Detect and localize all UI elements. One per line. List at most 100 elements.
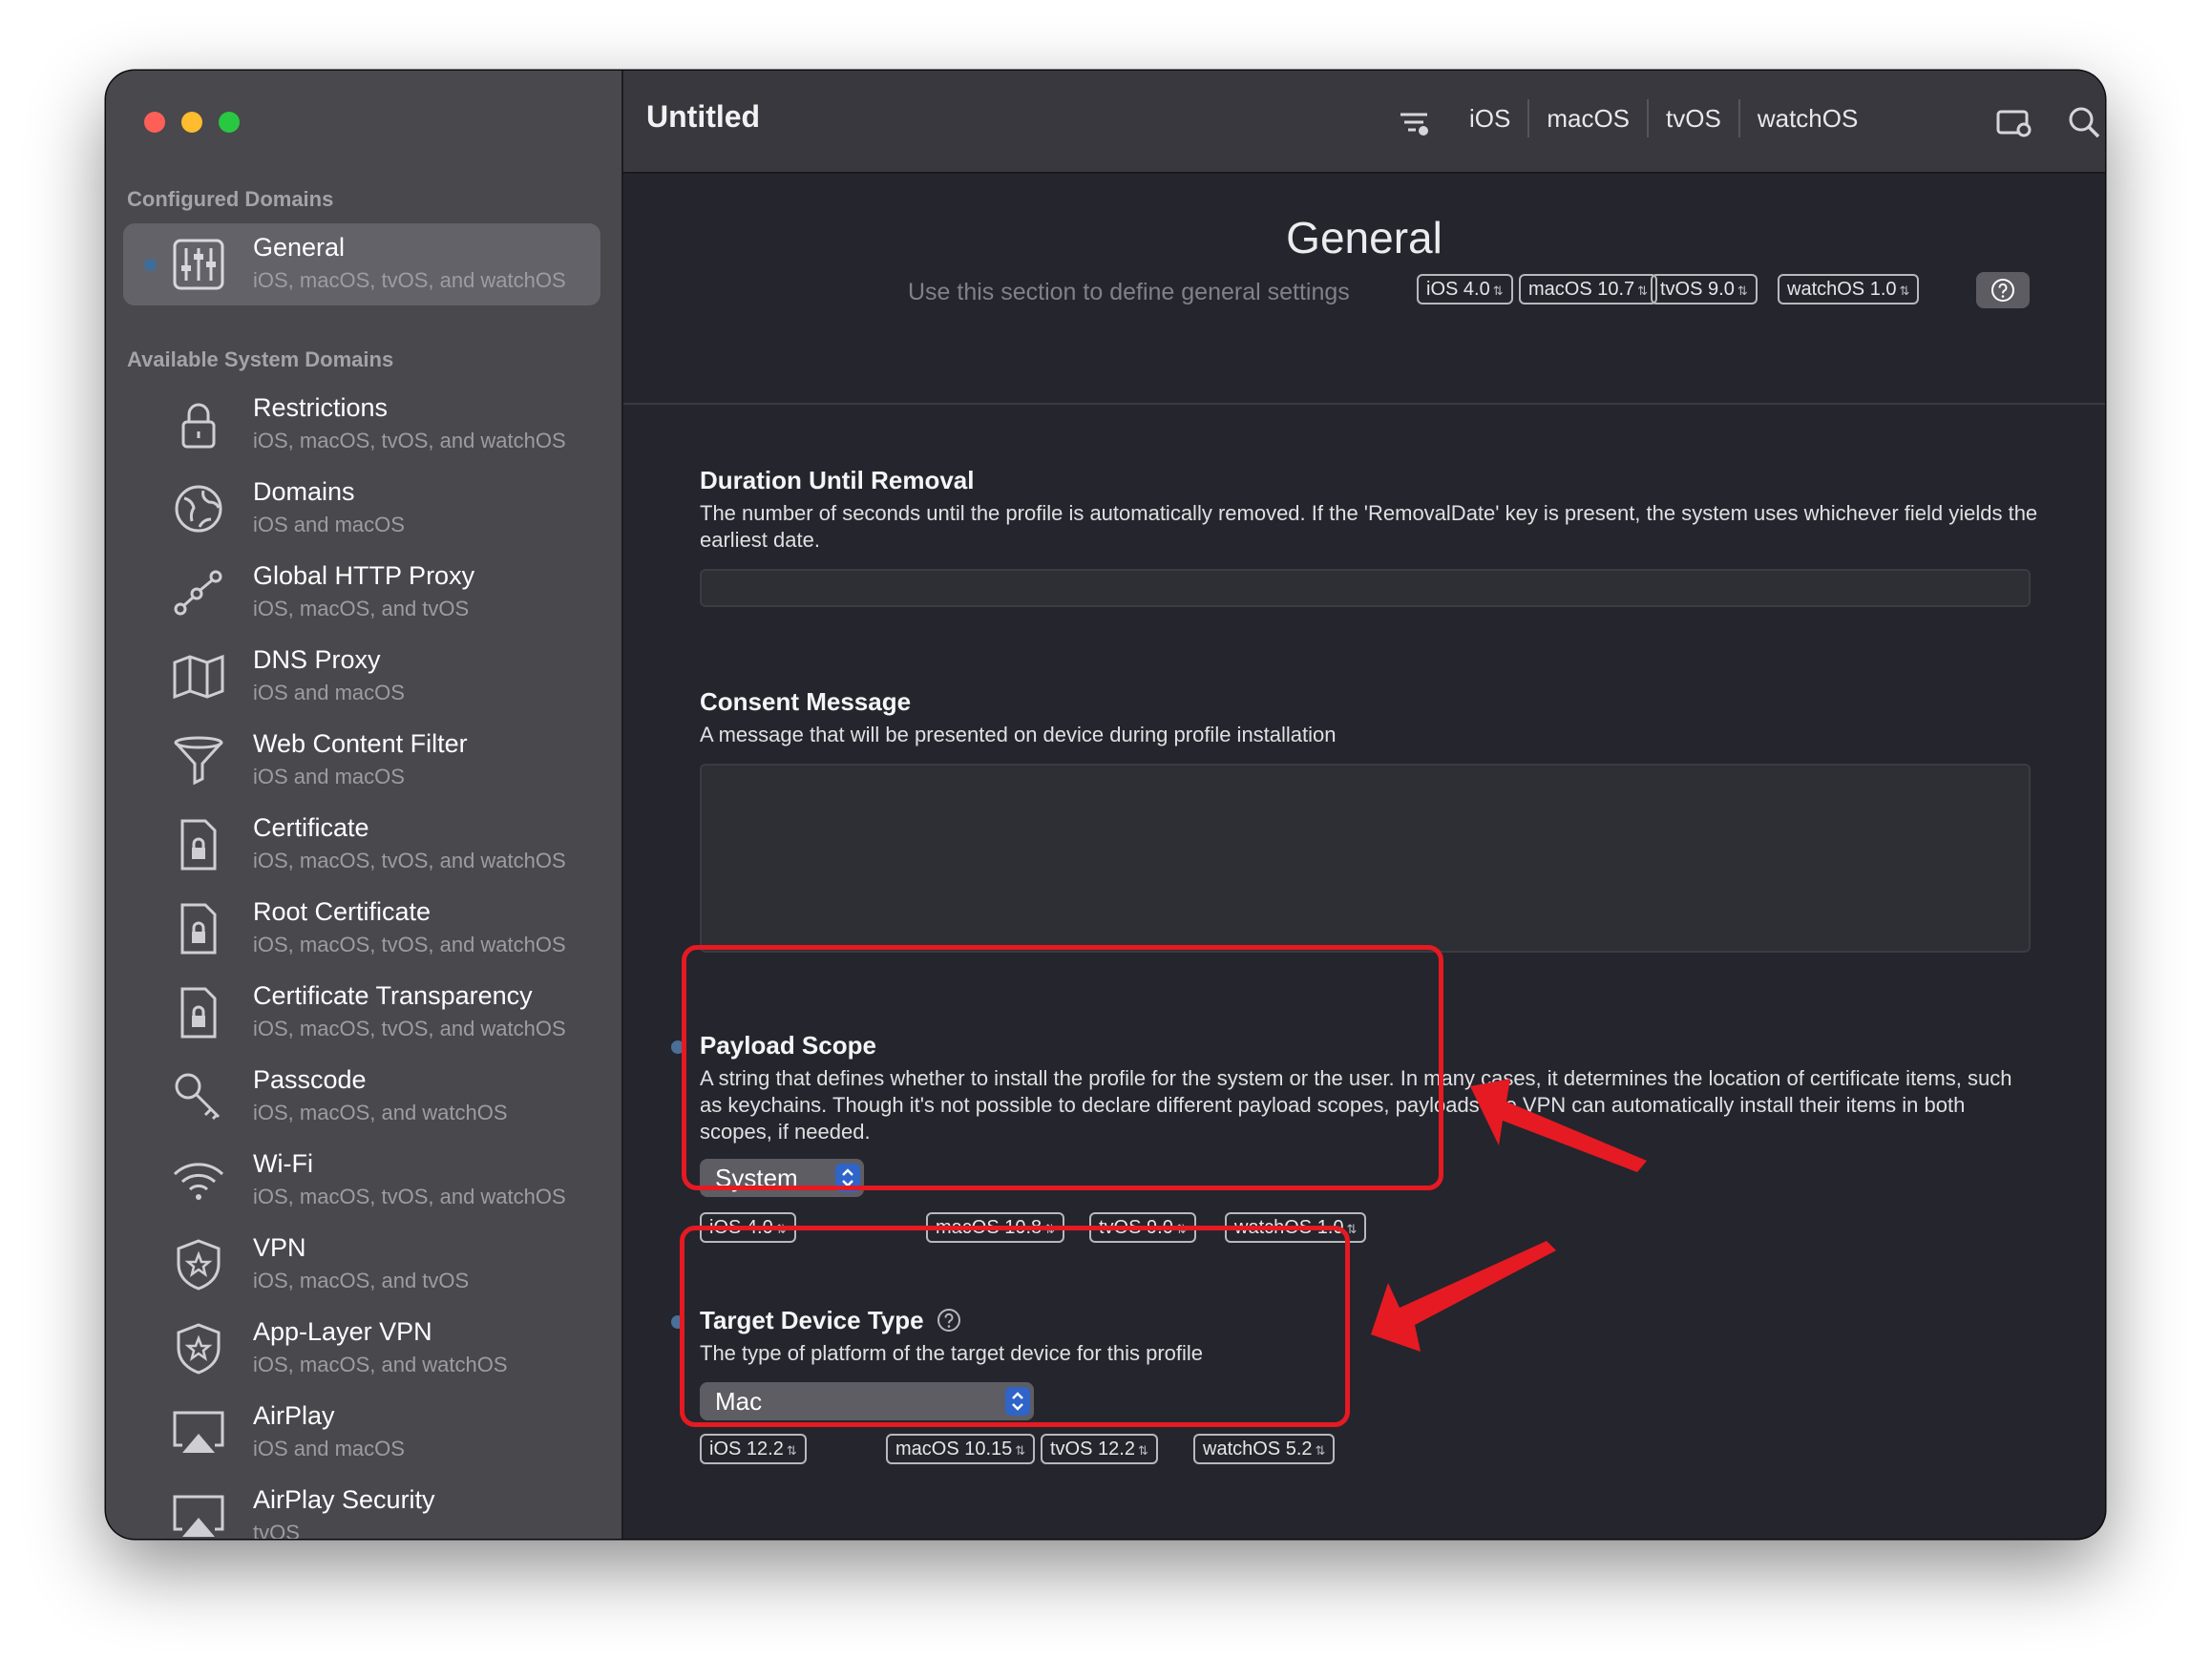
platform-version-tag: tvOS 12.2 ⇅ xyxy=(1041,1434,1158,1464)
section-help-button[interactable] xyxy=(1976,272,2030,308)
tag-label: watchOS 5.2 xyxy=(1203,1438,1313,1460)
sliders-icon xyxy=(171,237,226,292)
sidebar-item-vpn[interactable]: VPN iOS, macOS, and tvOS xyxy=(123,1224,600,1306)
tag-label: tvOS 12.2 xyxy=(1050,1438,1135,1460)
stepper-icon: ⇅ xyxy=(1737,284,1748,298)
sidebar-item-general[interactable]: General iOS, macOS, tvOS, and watchOS xyxy=(123,223,600,305)
help-icon xyxy=(1991,279,2014,302)
window-title: Untitled xyxy=(646,99,761,134)
stepper-icon: ⇅ xyxy=(1015,1443,1026,1458)
device-preview-icon[interactable] xyxy=(1994,103,2032,141)
globe-icon xyxy=(171,481,226,536)
sidebar-item-platforms: iOS, macOS, and tvOS xyxy=(253,1269,470,1292)
sidebar-item-dns-proxy[interactable]: DNS Proxy iOS and macOS xyxy=(123,636,600,718)
available-domains-header: Available System Domains xyxy=(127,347,394,371)
funnel-icon xyxy=(171,733,226,788)
sidebar-item-platforms: iOS, macOS, tvOS, and watchOS xyxy=(253,1017,566,1040)
sidebar-item-platforms: iOS and macOS xyxy=(253,765,405,788)
annotation-arrow-icon xyxy=(1470,1079,1647,1172)
close-window-button[interactable] xyxy=(144,112,165,133)
sidebar-item-label: Passcode xyxy=(253,1065,367,1094)
stepper-icon: ⇅ xyxy=(1137,1443,1148,1458)
sidebar-item-airplay-security[interactable]: AirPlay Security tvOS xyxy=(123,1476,600,1539)
highlight-box-payload-scope xyxy=(682,945,1443,1190)
sidebar-item-label: Global HTTP Proxy xyxy=(253,561,475,590)
duration-input[interactable] xyxy=(700,569,2031,607)
sidebar-item-root-certificate[interactable]: Root Certificate iOS, macOS, tvOS, and w… xyxy=(123,888,600,970)
stepper-icon: ⇅ xyxy=(1899,284,1910,298)
stepper-icon: ⇅ xyxy=(1637,284,1649,298)
annotation-arrow-icon xyxy=(1371,1241,1556,1352)
sidebar-item-platforms: iOS, macOS, tvOS, and watchOS xyxy=(253,268,566,292)
lock-icon xyxy=(171,397,226,452)
sidebar-item-platforms: iOS, macOS, and tvOS xyxy=(253,597,470,620)
document-lock-icon xyxy=(171,901,226,956)
platform-filter: iOS macOS tvOS watchOS xyxy=(1452,99,1875,137)
platform-ios-toggle[interactable]: iOS xyxy=(1452,104,1527,134)
stepper-icon: ⇅ xyxy=(786,1443,797,1458)
sidebar-item-certificate-transparency[interactable]: Certificate Transparency iOS, macOS, tvO… xyxy=(123,972,600,1054)
sidebar-item-label: Certificate xyxy=(253,813,369,842)
configured-dot xyxy=(144,259,157,271)
filter-icon[interactable] xyxy=(1395,103,1433,141)
stepper-icon: ⇅ xyxy=(1315,1443,1326,1458)
sidebar-item-label: Wi-Fi xyxy=(253,1149,313,1178)
duration-description: The number of seconds until the profile … xyxy=(700,501,2038,552)
sidebar-item-platforms: iOS and macOS xyxy=(253,1437,405,1460)
sidebar-item-label: DNS Proxy xyxy=(253,645,381,674)
consent-textarea[interactable] xyxy=(700,764,2031,953)
sidebar-item-platforms: iOS, macOS, tvOS, and watchOS xyxy=(253,933,566,956)
configured-domains-header: Configured Domains xyxy=(127,187,334,211)
window-controls xyxy=(144,112,240,133)
platform-version-tag: watchOS 5.2 ⇅ xyxy=(1193,1434,1336,1464)
sidebar: Configured Domains General iOS, macOS, t… xyxy=(106,71,623,1539)
sidebar-item-app-layer-vpn[interactable]: App-Layer VPN iOS, macOS, and watchOS xyxy=(123,1308,600,1390)
document-lock-icon xyxy=(171,985,226,1040)
tag-label: iOS 12.2 xyxy=(709,1438,784,1460)
search-icon[interactable] xyxy=(2065,103,2103,141)
sidebar-item-wifi[interactable]: Wi-Fi iOS, macOS, tvOS, and watchOS xyxy=(123,1140,600,1222)
wifi-icon xyxy=(171,1153,226,1208)
sidebar-item-domains[interactable]: Domains iOS and macOS xyxy=(123,468,600,550)
platform-version-tag: macOS 10.7 ⇅ xyxy=(1519,274,1658,304)
highlight-box-target-device xyxy=(680,1226,1350,1427)
section-description: Use this section to define general setti… xyxy=(908,279,1350,305)
platform-version-tag: iOS 4.0 ⇅ xyxy=(1417,274,1513,304)
sidebar-item-certificate[interactable]: Certificate iOS, macOS, tvOS, and watchO… xyxy=(123,804,600,886)
sidebar-item-label: General xyxy=(253,233,346,262)
sidebar-item-airplay[interactable]: AirPlay iOS and macOS xyxy=(123,1392,600,1474)
sidebar-item-passcode[interactable]: Passcode iOS, macOS, and watchOS xyxy=(123,1056,600,1138)
platform-tvos-toggle[interactable]: tvOS xyxy=(1649,104,1738,134)
sidebar-item-web-content-filter[interactable]: Web Content Filter iOS and macOS xyxy=(123,720,600,802)
document-lock-icon xyxy=(171,817,226,872)
sidebar-item-label: Restrictions xyxy=(253,393,389,422)
sidebar-item-label: Certificate Transparency xyxy=(253,981,533,1010)
toolbar: Untitled iOS macOS tvOS watchOS xyxy=(623,71,2105,174)
tag-label: tvOS 9.0 xyxy=(1660,279,1735,300)
sidebar-item-platforms: iOS and macOS xyxy=(253,513,405,536)
sidebar-item-label: Web Content Filter xyxy=(253,729,468,758)
key-icon xyxy=(171,1069,226,1124)
sidebar-item-label: Root Certificate xyxy=(253,897,432,926)
shield-star-icon xyxy=(171,1237,226,1292)
platform-macos-toggle[interactable]: macOS xyxy=(1529,104,1647,134)
consent-description: A message that will be presented on devi… xyxy=(700,723,1337,746)
sidebar-item-platforms: tvOS xyxy=(253,1521,300,1539)
map-icon xyxy=(171,649,226,704)
zoom-window-button[interactable] xyxy=(219,112,240,133)
tag-label: macOS 10.7 xyxy=(1528,279,1635,300)
minimize-window-button[interactable] xyxy=(181,112,202,133)
platform-watchos-toggle[interactable]: watchOS xyxy=(1740,104,1876,134)
sidebar-item-restrictions[interactable]: Restrictions iOS, macOS, tvOS, and watch… xyxy=(123,384,600,466)
tag-label: macOS 10.15 xyxy=(895,1438,1013,1460)
duration-title: Duration Until Removal xyxy=(700,466,975,494)
tag-label: watchOS 1.0 xyxy=(1787,279,1897,300)
airplay-icon xyxy=(171,1489,226,1539)
platform-version-tag: tvOS 9.0 ⇅ xyxy=(1651,274,1758,304)
consent-title: Consent Message xyxy=(700,687,912,716)
page-title: General xyxy=(1286,213,1442,262)
tag-label: iOS 4.0 xyxy=(1426,279,1490,300)
platform-version-tag: watchOS 1.0 ⇅ xyxy=(1778,274,1920,304)
sidebar-item-platforms: iOS, macOS, and watchOS xyxy=(253,1353,508,1376)
sidebar-item-global-http-proxy[interactable]: Global HTTP Proxy iOS, macOS, and tvOS xyxy=(123,552,600,634)
